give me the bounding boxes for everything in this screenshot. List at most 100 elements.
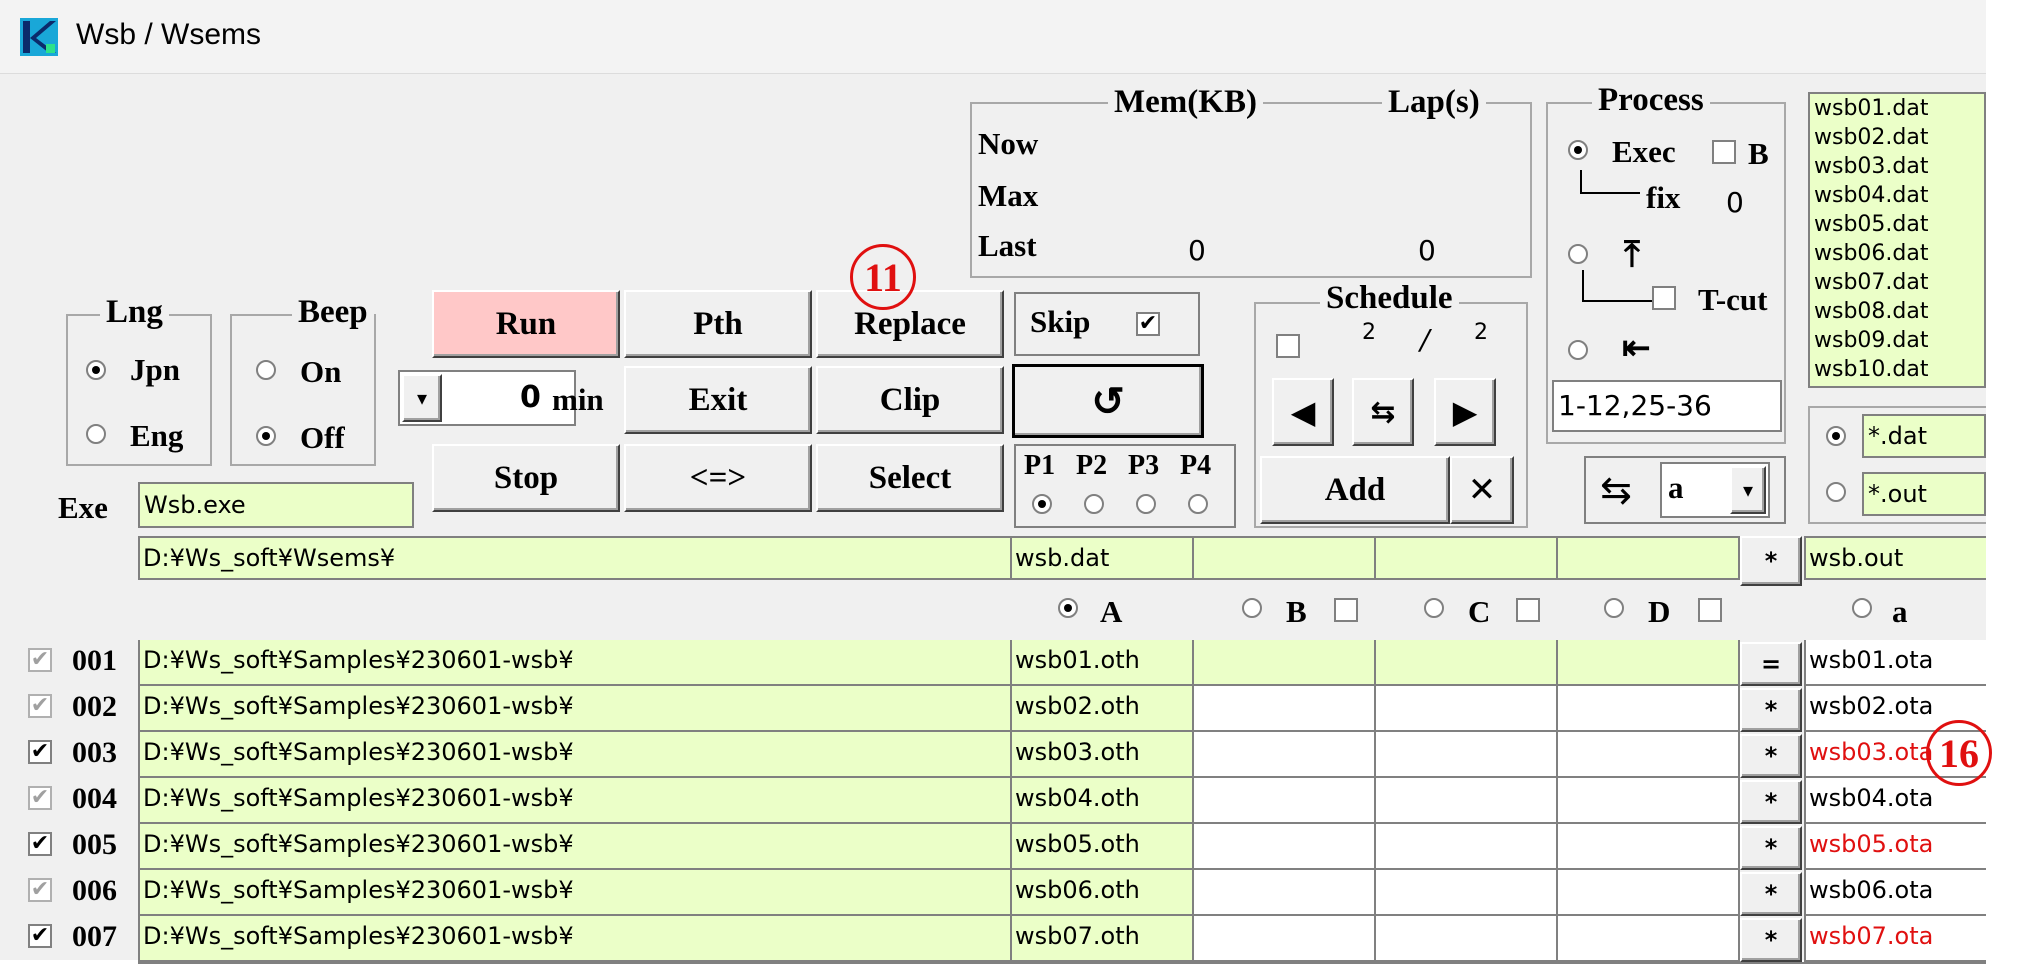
row-d[interactable] [1558, 686, 1740, 732]
header-path[interactable]: D:¥Ws_soft¥Wsems¥ [138, 536, 1012, 580]
row-op-button[interactable]: * [1740, 734, 1802, 778]
sort-swap-icon[interactable]: ⇆ [1600, 466, 1632, 514]
file-list-item[interactable]: wsb06.dat [1810, 239, 1984, 268]
row-a[interactable]: wsb05.oth [1012, 824, 1194, 870]
row-out[interactable]: wsb01.ota [1804, 640, 1986, 686]
exe-input[interactable]: Wsb.exe [138, 482, 414, 528]
header-d[interactable] [1558, 536, 1740, 580]
skip-checkbox[interactable]: ✔ [1136, 312, 1160, 336]
row-checkbox[interactable]: ✔ [28, 786, 52, 810]
timer-dropdown-icon[interactable]: ▾ [402, 374, 442, 422]
filter-dat-radio[interactable] [1826, 426, 1846, 446]
row-checkbox[interactable]: ✔ [28, 924, 52, 948]
row-path[interactable]: D:¥Ws_soft¥Samples¥230601-wsb¥ [138, 824, 1012, 870]
row-a[interactable]: wsb03.oth [1012, 732, 1194, 778]
row-d[interactable] [1558, 824, 1740, 870]
col-b-radio[interactable] [1242, 598, 1262, 618]
row-c[interactable] [1376, 916, 1558, 962]
col-out-radio[interactable] [1852, 598, 1872, 618]
row-path[interactable]: D:¥Ws_soft¥Samples¥230601-wsb¥ [138, 870, 1012, 916]
lng-jpn-radio[interactable] [86, 360, 106, 380]
row-d[interactable] [1558, 778, 1740, 824]
row-d[interactable] [1558, 870, 1740, 916]
col-a-radio[interactable] [1058, 598, 1078, 618]
row-a[interactable]: wsb04.oth [1012, 778, 1194, 824]
row-op-button[interactable]: * [1740, 826, 1802, 870]
b-checkbox[interactable] [1712, 140, 1736, 164]
row-op-button[interactable]: * [1740, 688, 1802, 732]
file-list-item[interactable]: wsb05.dat [1810, 210, 1984, 239]
clip-button[interactable]: Clip [816, 366, 1004, 434]
row-a[interactable]: wsb06.oth [1012, 870, 1194, 916]
row-a[interactable]: wsb01.oth [1012, 640, 1194, 686]
p1-radio[interactable] [1032, 494, 1052, 514]
header-a[interactable]: wsb.dat [1012, 536, 1194, 580]
row-c[interactable] [1376, 870, 1558, 916]
run-button[interactable]: Run [432, 290, 620, 358]
select-button[interactable]: Select [816, 444, 1004, 512]
file-list-item[interactable]: wsb02.dat [1810, 123, 1984, 152]
file-list-item[interactable]: wsb09.dat [1810, 326, 1984, 355]
row-op-button[interactable]: * [1740, 780, 1802, 824]
file-list-item[interactable]: wsb04.dat [1810, 181, 1984, 210]
row-checkbox[interactable]: ✔ [28, 832, 52, 856]
p3-radio[interactable] [1136, 494, 1156, 514]
exec-radio[interactable] [1568, 140, 1588, 160]
schedule-prev-button[interactable]: ◀ [1272, 378, 1334, 446]
row-c[interactable] [1376, 732, 1558, 778]
row-b[interactable] [1194, 732, 1376, 778]
swap-button[interactable]: <=> [624, 444, 812, 512]
row-checkbox[interactable]: ✔ [28, 648, 52, 672]
header-c[interactable] [1376, 536, 1558, 580]
header-star-button[interactable]: * [1740, 536, 1802, 586]
row-a[interactable]: wsb07.oth [1012, 916, 1194, 962]
row-out[interactable]: wsb05.ota [1804, 824, 1986, 870]
range-input[interactable]: 1-12,25-36 [1552, 380, 1782, 432]
row-b[interactable] [1194, 778, 1376, 824]
header-b[interactable] [1194, 536, 1376, 580]
row-b[interactable] [1194, 916, 1376, 962]
schedule-close-button[interactable]: ✕ [1450, 456, 1514, 524]
header-out[interactable]: wsb.out [1804, 536, 1986, 580]
sort-dropdown-icon[interactable]: ▾ [1730, 466, 1766, 514]
file-list-item[interactable]: wsb03.dat [1810, 152, 1984, 181]
col-d-radio[interactable] [1604, 598, 1624, 618]
file-list[interactable]: wsb01.dat wsb02.dat wsb03.dat wsb04.dat wsb0… [1808, 92, 1986, 388]
col-c-checkbox[interactable] [1516, 598, 1540, 622]
schedule-next-button[interactable]: ▶ [1434, 378, 1496, 446]
row-b[interactable] [1194, 640, 1376, 686]
row-b[interactable] [1194, 870, 1376, 916]
row-op-button[interactable]: * [1740, 918, 1802, 962]
row-b[interactable] [1194, 686, 1376, 732]
row-c[interactable] [1376, 686, 1558, 732]
row-op-button[interactable]: * [1740, 872, 1802, 916]
row-path[interactable]: D:¥Ws_soft¥Samples¥230601-wsb¥ [138, 916, 1012, 962]
beep-off-radio[interactable] [256, 426, 276, 446]
p4-radio[interactable] [1188, 494, 1208, 514]
row-d[interactable] [1558, 732, 1740, 778]
col-d-checkbox[interactable] [1698, 598, 1722, 622]
col-c-radio[interactable] [1424, 598, 1444, 618]
exit-button[interactable]: Exit [624, 366, 812, 434]
row-path[interactable]: D:¥Ws_soft¥Samples¥230601-wsb¥ [138, 686, 1012, 732]
top-radio[interactable] [1568, 244, 1588, 264]
row-path[interactable]: D:¥Ws_soft¥Samples¥230601-wsb¥ [138, 778, 1012, 824]
file-list-item[interactable]: wsb01.dat [1810, 94, 1984, 123]
schedule-range-button[interactable]: ⇆ [1352, 378, 1414, 446]
row-out[interactable]: wsb06.ota [1804, 870, 1986, 916]
tcut-checkbox[interactable] [1652, 286, 1676, 310]
row-path[interactable]: D:¥Ws_soft¥Samples¥230601-wsb¥ [138, 732, 1012, 778]
left-radio[interactable] [1568, 340, 1588, 360]
pth-button[interactable]: Pth [624, 290, 812, 358]
row-d[interactable] [1558, 916, 1740, 962]
row-checkbox[interactable]: ✔ [28, 878, 52, 902]
schedule-checkbox[interactable] [1276, 334, 1300, 358]
replace-button[interactable]: Replace [816, 290, 1004, 358]
file-list-item[interactable]: wsb07.dat [1810, 268, 1984, 297]
lng-eng-radio[interactable] [86, 424, 106, 444]
filter-out-radio[interactable] [1826, 482, 1846, 502]
row-checkbox[interactable]: ✔ [28, 740, 52, 764]
row-op-button[interactable]: = [1740, 642, 1802, 686]
file-list-item[interactable]: wsb10.dat [1810, 355, 1984, 384]
beep-on-radio[interactable] [256, 360, 276, 380]
